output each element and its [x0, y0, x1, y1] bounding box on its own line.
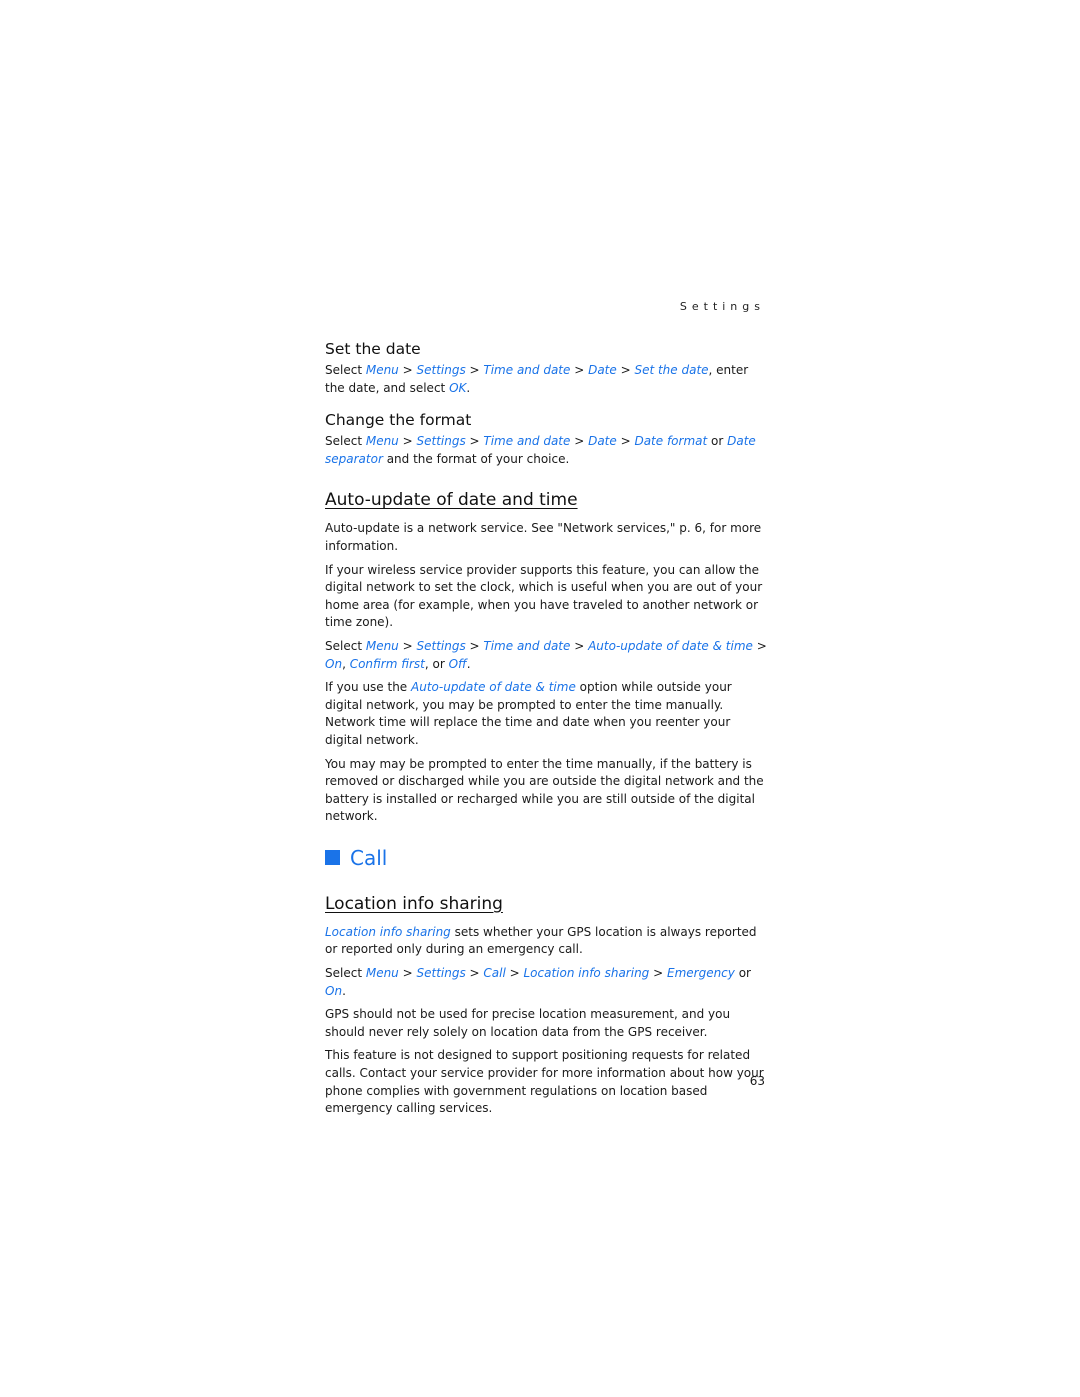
- separator: >: [465, 966, 484, 981]
- auto-update-heading: Auto-update of date and time: [325, 490, 578, 511]
- running-head: Settings: [679, 300, 765, 313]
- separator: >: [465, 434, 484, 449]
- text: Select: [325, 363, 366, 377]
- date-format-link[interactable]: Date format: [634, 434, 707, 448]
- date-link[interactable]: Date: [588, 434, 617, 448]
- page-content: Set the date Select Menu > Settings > Ti…: [325, 338, 770, 1124]
- auto-update-link[interactable]: Auto-update of date & time: [411, 680, 576, 694]
- call-heading-text: Call: [350, 845, 388, 870]
- text: or: [734, 966, 751, 981]
- separator: >: [398, 966, 417, 981]
- menu-link[interactable]: Menu: [366, 434, 399, 448]
- separator: >: [398, 638, 417, 653]
- settings-link[interactable]: Settings: [416, 363, 465, 377]
- square-bullet-icon: [325, 850, 340, 866]
- separator: >: [505, 966, 524, 981]
- settings-link[interactable]: Settings: [416, 639, 465, 653]
- time-and-date-link[interactable]: Time and date: [483, 363, 570, 377]
- call-chapter-heading: Call: [325, 844, 770, 872]
- set-date-heading: Set the date: [325, 340, 421, 358]
- location-info-sharing-link[interactable]: Location info sharing: [523, 966, 649, 980]
- separator: >: [570, 363, 589, 377]
- on-link[interactable]: On: [325, 984, 342, 998]
- text: , or: [424, 656, 449, 671]
- set-the-date-link[interactable]: Set the date: [634, 363, 708, 377]
- text: .: [466, 380, 471, 395]
- date-link[interactable]: Date: [588, 363, 617, 377]
- location-p3: GPS should not be used for precise locat…: [325, 1007, 731, 1039]
- location-instructions: Select Menu > Settings > Call > Location…: [325, 965, 770, 1000]
- location-info-sharing-link[interactable]: Location info sharing: [325, 925, 451, 939]
- set-date-instructions: Select Menu > Settings > Time and date >…: [325, 362, 770, 397]
- separator: >: [570, 638, 589, 653]
- time-and-date-link[interactable]: Time and date: [483, 434, 570, 448]
- menu-link[interactable]: Menu: [366, 639, 399, 653]
- confirm-first-link[interactable]: Confirm first: [350, 657, 425, 671]
- settings-link[interactable]: Settings: [416, 434, 465, 448]
- text: Select: [325, 966, 366, 981]
- text: .: [466, 656, 471, 671]
- text: .: [342, 983, 346, 998]
- settings-link[interactable]: Settings: [416, 966, 465, 980]
- separator: >: [570, 434, 589, 449]
- separator: >: [465, 638, 484, 653]
- auto-update-p1: Auto-update is a network service. See "N…: [325, 521, 762, 553]
- auto-update-link[interactable]: Auto-update of date & time: [588, 639, 753, 653]
- separator: >: [616, 363, 635, 377]
- on-link[interactable]: On: [325, 657, 342, 671]
- text: ,: [342, 656, 350, 671]
- auto-update-p5: You may may be prompted to enter the tim…: [325, 756, 764, 824]
- page-number: 63: [749, 1074, 765, 1088]
- auto-update-p2: If your wireless service provider suppor…: [325, 562, 763, 630]
- menu-link[interactable]: Menu: [366, 966, 399, 980]
- menu-link[interactable]: Menu: [366, 363, 399, 377]
- text: or: [707, 434, 728, 449]
- text: If you use the: [325, 680, 412, 695]
- separator: >: [398, 363, 417, 377]
- auto-update-instructions: Select Menu > Settings > Time and date >…: [325, 638, 770, 673]
- separator: >: [398, 434, 417, 449]
- off-link[interactable]: Off: [449, 657, 467, 671]
- text: Select: [325, 638, 366, 653]
- time-and-date-link[interactable]: Time and date: [483, 639, 570, 653]
- location-heading: Location info sharing: [325, 893, 503, 914]
- auto-update-p4: If you use the Auto-update of date & tim…: [325, 679, 770, 749]
- separator: >: [752, 638, 767, 653]
- location-p1: Location info sharing sets whether your …: [325, 924, 770, 959]
- separator: >: [616, 434, 635, 449]
- text: and the format of your choice.: [382, 451, 570, 466]
- text: Select: [325, 434, 366, 449]
- call-link[interactable]: Call: [483, 966, 505, 980]
- separator: >: [649, 966, 667, 981]
- emergency-link[interactable]: Emergency: [667, 966, 735, 980]
- separator: >: [465, 363, 484, 377]
- ok-link[interactable]: OK: [449, 381, 466, 395]
- change-format-heading: Change the format: [325, 411, 472, 430]
- change-format-instructions: Select Menu > Settings > Time and date >…: [325, 433, 770, 468]
